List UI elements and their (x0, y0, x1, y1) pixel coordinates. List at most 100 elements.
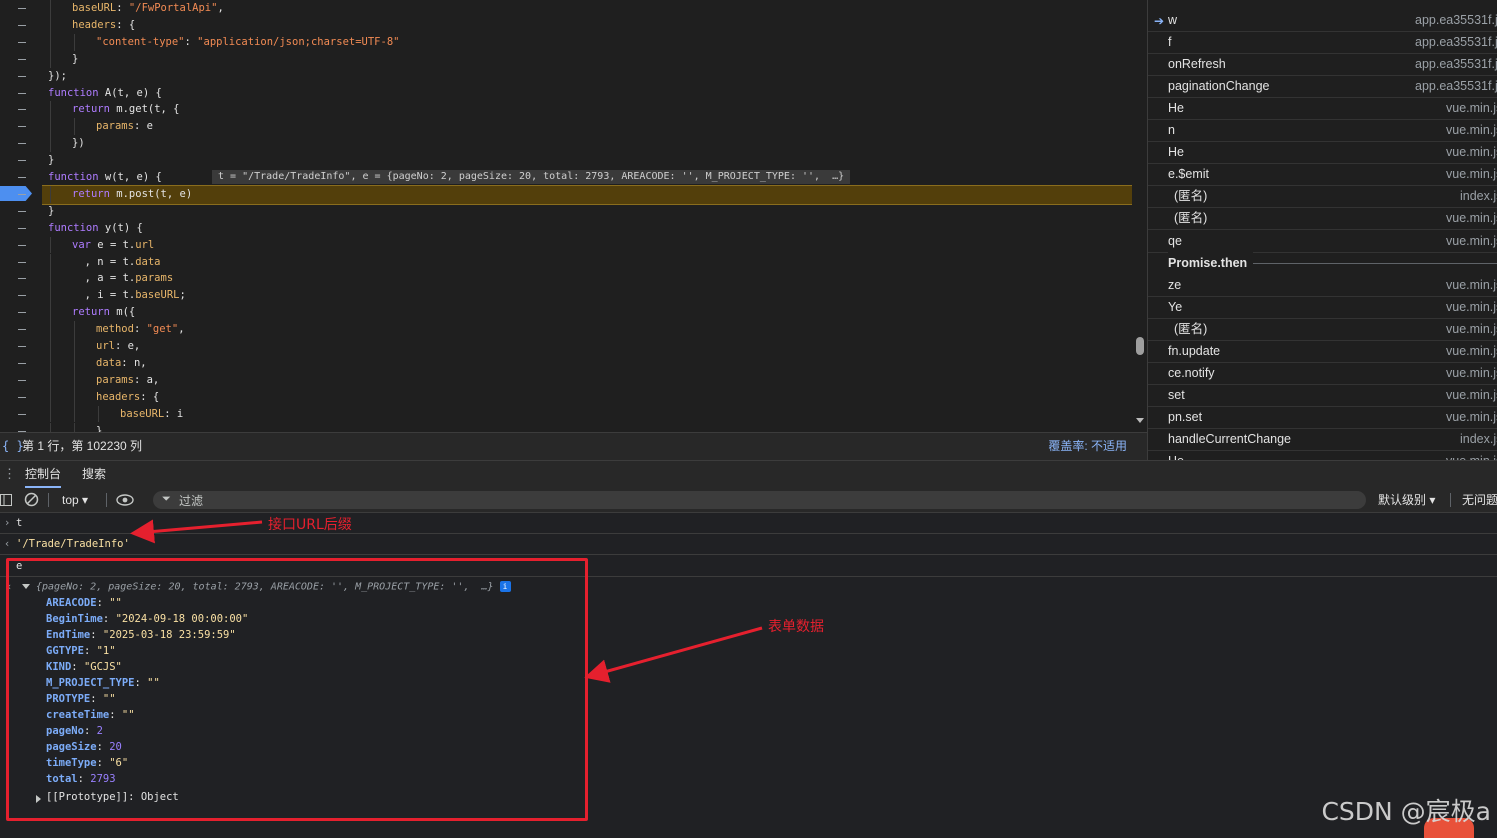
gutter-line-marker[interactable] (18, 379, 26, 381)
tab-console[interactable]: 控制台 (25, 461, 62, 488)
indent-guide (50, 16, 51, 34)
code-token: : { (116, 18, 136, 31)
console-output-string[interactable]: '/Trade/TradeInfo' (16, 534, 130, 554)
source-editor[interactable]: baseURL: "/FwPortalApi", headers: {"conte… (0, 0, 1133, 432)
gutter-line-marker[interactable] (18, 58, 26, 60)
execution-breakpoint-marker[interactable] (0, 186, 32, 201)
call-stack-frame[interactable]: handleCurrentChange index.js (1148, 428, 1497, 451)
gutter-line-marker[interactable] (18, 75, 26, 77)
frame-location[interactable]: vue.min.js (1446, 318, 1497, 340)
scroll-down-icon[interactable] (1136, 418, 1144, 423)
gutter-line-marker[interactable] (18, 8, 26, 9)
issues-counter[interactable]: 无问题 (1462, 488, 1497, 512)
frame-location[interactable]: vue.min.js (1446, 384, 1497, 406)
call-stack-frame[interactable]: e.$emit vue.min.js (1148, 163, 1497, 187)
frame-location[interactable]: vue.min.js (1446, 141, 1497, 163)
frame-location[interactable]: vue.min.js (1446, 163, 1497, 185)
context-selector[interactable]: top ▾ (62, 488, 88, 512)
call-stack-frame[interactable]: qe vue.min.js (1148, 230, 1497, 253)
call-stack-frame[interactable]: Promise.then (1148, 251, 1497, 274)
frame-location[interactable]: vue.min.js (1446, 230, 1497, 252)
call-stack-frame[interactable]: paginationChange app.ea35531f.js (1148, 75, 1497, 99)
gutter-line-marker[interactable] (18, 244, 26, 246)
gutter-line-marker[interactable] (18, 362, 26, 364)
coverage-link[interactable]: 覆盖率: 不适用 (1048, 433, 1127, 460)
call-stack-frame[interactable]: ze vue.min.js (1148, 274, 1497, 297)
gutter-line-marker[interactable] (18, 177, 26, 178)
gutter-line-marker[interactable] (18, 227, 26, 229)
call-stack-frame[interactable]: He vue.min.js (1148, 450, 1497, 460)
call-stack-frame[interactable]: ce.notify vue.min.js (1148, 362, 1497, 385)
gutter-line-marker[interactable] (18, 109, 26, 111)
indent-guide (98, 405, 99, 423)
gutter-line-marker[interactable] (18, 413, 26, 415)
frame-location[interactable]: app.ea35531f.js (1415, 31, 1497, 53)
call-stack-frame[interactable]: f app.ea35531f.js (1148, 31, 1497, 55)
frame-location[interactable]: vue.min.js (1446, 340, 1497, 362)
gutter-line-marker[interactable] (18, 312, 26, 314)
frame-location[interactable]: vue.min.js (1446, 362, 1497, 384)
frame-location[interactable]: app.ea35531f.js (1415, 53, 1497, 75)
frame-location[interactable]: vue.min.js (1446, 274, 1497, 296)
frame-location[interactable]: app.ea35531f.js (1415, 75, 1497, 97)
frame-location[interactable]: vue.min.js (1446, 296, 1497, 318)
call-stack-frame[interactable]: He vue.min.js (1148, 141, 1497, 165)
code-token: : e (133, 120, 153, 133)
frame-location[interactable]: vue.min.js (1446, 97, 1497, 119)
annotation-red-box (6, 558, 588, 821)
gutter-line-marker[interactable] (18, 278, 26, 280)
frame-location[interactable]: index.js (1460, 428, 1497, 450)
gutter-line-marker[interactable] (18, 329, 26, 331)
gutter-line-marker[interactable] (18, 41, 26, 43)
clear-console-icon[interactable] (24, 488, 39, 512)
call-stack-frame[interactable]: (匿名) vue.min.js (1148, 207, 1497, 231)
call-stack-frame[interactable]: pn.set vue.min.js (1148, 406, 1497, 429)
frame-function-name: ce.notify (1168, 365, 1215, 380)
annotation-url-suffix: 接口URL后缀 (268, 517, 352, 533)
editor-scroll-thumb[interactable] (1136, 337, 1144, 355)
indent-guide (74, 118, 75, 136)
call-stack-frame[interactable]: (匿名) vue.min.js (1148, 318, 1497, 341)
frame-function-name: fn.update (1168, 343, 1221, 358)
gutter-line-marker[interactable] (18, 346, 26, 347)
call-stack-frame[interactable]: (匿名) index.js (1148, 185, 1497, 209)
call-stack-frame[interactable]: Ye vue.min.js (1148, 296, 1497, 319)
drawer-menu-icon[interactable]: ⋮ (3, 467, 16, 480)
paused-line-highlight (42, 185, 1132, 205)
code-line: return m.get(t, { (72, 101, 180, 118)
gutter-line-marker[interactable] (18, 160, 26, 162)
frame-location[interactable]: app.ea35531f.js (1415, 9, 1497, 31)
gutter-line-marker[interactable] (18, 261, 26, 263)
call-stack-frame[interactable]: w app.ea35531f.js (1148, 9, 1497, 32)
pretty-print-icon[interactable]: { } (2, 433, 24, 460)
frame-location[interactable]: vue.min.js (1446, 450, 1497, 460)
live-expression-eye-icon[interactable] (116, 488, 134, 512)
frame-location[interactable]: index.js (1460, 185, 1497, 207)
frame-location[interactable]: vue.min.js (1446, 119, 1497, 141)
gutter-line-marker[interactable] (18, 92, 26, 94)
code-token: data (96, 356, 122, 369)
sidebar-toggle-icon[interactable] (0, 488, 12, 512)
call-stack-frame[interactable]: He vue.min.js (1148, 97, 1497, 121)
frame-location[interactable]: vue.min.js (1446, 207, 1497, 229)
gutter-line-marker[interactable] (18, 143, 26, 145)
gutter-line-marker[interactable] (18, 24, 26, 26)
gutter-line-marker[interactable] (18, 193, 26, 195)
tab-search[interactable]: 搜索 (82, 461, 106, 488)
gutter-line-marker[interactable] (18, 126, 26, 128)
gutter-line-marker[interactable] (18, 396, 26, 398)
code-token: method (96, 323, 134, 336)
call-stack-frame[interactable]: set vue.min.js (1148, 384, 1497, 407)
log-level-dropdown[interactable]: 默认级别 ▾ (1378, 488, 1435, 512)
call-stack-frame[interactable]: fn.update vue.min.js (1148, 340, 1497, 363)
code-line: "content-type": "application/json;charse… (96, 34, 399, 51)
code-token: m. (116, 187, 129, 200)
gutter-line-marker[interactable] (18, 210, 26, 212)
frame-location[interactable]: vue.min.js (1446, 406, 1497, 428)
call-stack-frame[interactable]: n vue.min.js (1148, 119, 1497, 143)
call-stack-frame[interactable]: onRefresh app.ea35531f.js (1148, 53, 1497, 77)
gutter-line-marker[interactable] (18, 295, 26, 297)
console-filter-input[interactable]: ⏷ 过滤 (153, 491, 1366, 509)
indent-guide (50, 270, 51, 288)
editor-scrollbar[interactable] (1133, 0, 1147, 432)
